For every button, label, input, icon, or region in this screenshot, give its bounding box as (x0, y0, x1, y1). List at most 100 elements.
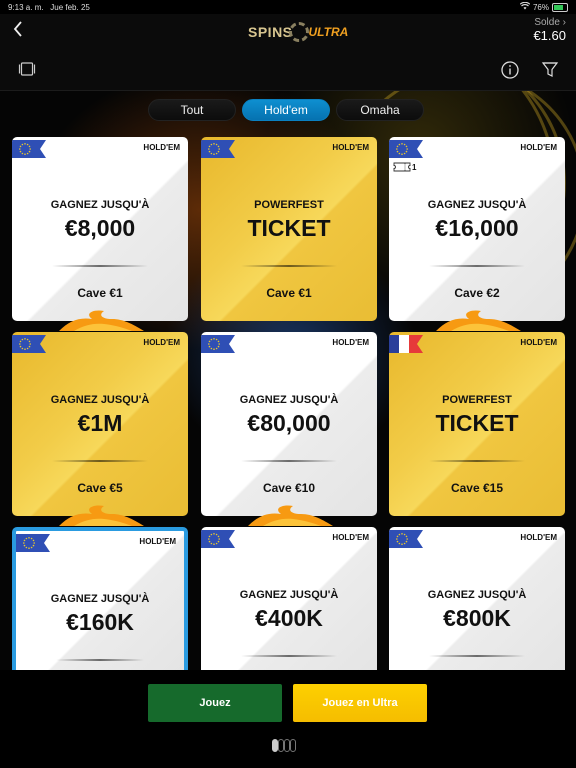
flame-decoration (431, 309, 521, 331)
flame-icon (59, 310, 144, 331)
balance-label: Solde › (534, 17, 566, 28)
play-ultra-button[interactable]: Jouez en Ultra (293, 684, 427, 722)
card-divider (241, 265, 337, 267)
status-bar: 9:13 a. m. Jue feb. 25 76% (0, 0, 576, 14)
eu-flag-icon (389, 530, 423, 548)
card-buyin: Cave €1 (77, 286, 123, 300)
play-button[interactable]: Jouez (148, 684, 282, 722)
card-divider (52, 265, 148, 267)
battery-icon (552, 2, 568, 12)
eu-flag-icon (16, 534, 50, 552)
card-subtitle: POWERFEST (442, 394, 512, 406)
card-divider (429, 655, 525, 657)
eu-flag-icon (12, 140, 46, 158)
card-prize: €160K (66, 609, 134, 635)
card-view-icon (18, 62, 36, 76)
ticket-icon (393, 162, 411, 172)
game-variant-label: HOLD'EM (520, 338, 557, 347)
ticket-count: 1 (412, 162, 417, 172)
logo-spins-text: SPINS (248, 24, 293, 40)
flame-decoration (54, 504, 144, 526)
card-subtitle: POWERFEST (254, 199, 324, 211)
ticket-badge: 1 (393, 162, 416, 172)
toolbar (0, 50, 576, 91)
status-time: 9:13 a. m. Jue feb. 25 (8, 3, 90, 12)
poker-chip-icon (288, 22, 309, 42)
card-prize: €1M (77, 410, 123, 436)
game-variant-label: HOLD'EM (139, 537, 176, 546)
eu-flag-icon (201, 140, 235, 158)
chevron-left-icon (13, 21, 22, 37)
eu-flag-icon (12, 335, 46, 353)
card-subtitle: GAGNEZ JUSQU'À (427, 589, 527, 601)
card-buyin: Cave €2 (454, 286, 500, 300)
game-variant-label: HOLD'EM (143, 338, 180, 347)
filter-button[interactable] (541, 60, 561, 80)
back-button[interactable] (12, 20, 32, 42)
tab-omaha[interactable]: Omaha (336, 99, 424, 121)
game-card[interactable]: HOLD'EM POWERFEST TICKET Cave €15 (389, 332, 565, 516)
info-icon (501, 61, 519, 79)
card-buyin: Cave €10 (262, 481, 316, 495)
bottom-action-bar: Jouez Jouez en Ultra (0, 670, 576, 768)
eu-flag-icon (201, 335, 235, 353)
game-variant-label: HOLD'EM (332, 533, 369, 542)
card-prize: €16,000 (435, 215, 519, 241)
balance-value: €1.60 (533, 28, 566, 43)
flame-icon (248, 505, 333, 526)
card-buyin: Cave €5 (77, 481, 123, 495)
logo-ultra-text: ULTRA (308, 25, 349, 39)
card-divider (429, 265, 525, 267)
game-variant-label: HOLD'EM (143, 143, 180, 152)
card-prize: €400K (255, 605, 323, 631)
eu-flag-icon (389, 140, 423, 158)
game-type-tabs: Tout Hold'em Omaha (148, 99, 424, 121)
flame-decoration (54, 309, 144, 331)
card-divider (241, 460, 337, 462)
game-variant-label: HOLD'EM (332, 143, 369, 152)
card-prize: TICKET (435, 410, 519, 436)
game-variant-label: HOLD'EM (520, 143, 557, 152)
game-card[interactable]: HOLD'EM 1 GAGNEZ JUSQU'À €16,000 Cave €2 (389, 137, 565, 321)
card-subtitle: GAGNEZ JUSQU'À (50, 199, 150, 211)
app-header: SPINS ULTRA Solde › €1.60 (0, 14, 576, 50)
flame-icon (59, 505, 144, 526)
card-divider (241, 655, 337, 657)
card-subtitle: GAGNEZ JUSQU'À (427, 199, 527, 211)
game-card[interactable]: HOLD'EM GAGNEZ JUSQU'À €400K (201, 527, 377, 677)
page-dot[interactable] (290, 739, 296, 752)
game-variant-label: HOLD'EM (520, 533, 557, 542)
card-divider (429, 460, 525, 462)
card-prize: €800K (443, 605, 511, 631)
card-subtitle: GAGNEZ JUSQU'À (239, 589, 339, 601)
game-card[interactable]: HOLD'EM GAGNEZ JUSQU'À €8,000 Cave €1 (12, 137, 188, 321)
card-prize: €80,000 (247, 410, 331, 436)
card-subtitle: GAGNEZ JUSQU'À (50, 394, 150, 406)
battery-percent: 76% (532, 2, 549, 12)
page-indicator (272, 739, 296, 752)
info-button[interactable] (500, 60, 520, 80)
card-divider (52, 460, 148, 462)
game-card[interactable]: HOLD'EM POWERFEST TICKET Cave €1 (201, 137, 377, 321)
card-buyin: Cave €15 (450, 481, 504, 495)
game-card[interactable]: HOLD'EM GAGNEZ JUSQU'À €80,000 Cave €10 (201, 332, 377, 516)
spins-ultra-logo: SPINS ULTRA (248, 19, 348, 45)
balance[interactable]: Solde › €1.60 (533, 17, 566, 43)
eu-flag-icon (201, 530, 235, 548)
wifi-icon (519, 1, 531, 12)
filter-icon (541, 62, 559, 77)
game-card[interactable]: HOLD'EM GAGNEZ JUSQU'À €800K (389, 527, 565, 677)
card-buyin: Cave €1 (266, 286, 312, 300)
tab-tout[interactable]: Tout (148, 99, 236, 121)
tab-holdem[interactable]: Hold'em (242, 99, 330, 121)
game-card[interactable]: HOLD'EM GAGNEZ JUSQU'À €1M Cave €5 (12, 332, 188, 516)
card-subtitle: GAGNEZ JUSQU'À (50, 593, 150, 605)
card-divider (56, 659, 144, 661)
flame-icon (436, 310, 521, 331)
game-variant-label: HOLD'EM (332, 338, 369, 347)
fr-flag-icon (389, 335, 423, 353)
card-view-button[interactable] (18, 60, 38, 80)
game-card[interactable]: HOLD'EM GAGNEZ JUSQU'À €160K (12, 527, 188, 677)
card-prize: TICKET (247, 215, 331, 241)
card-prize: €8,000 (64, 215, 136, 241)
